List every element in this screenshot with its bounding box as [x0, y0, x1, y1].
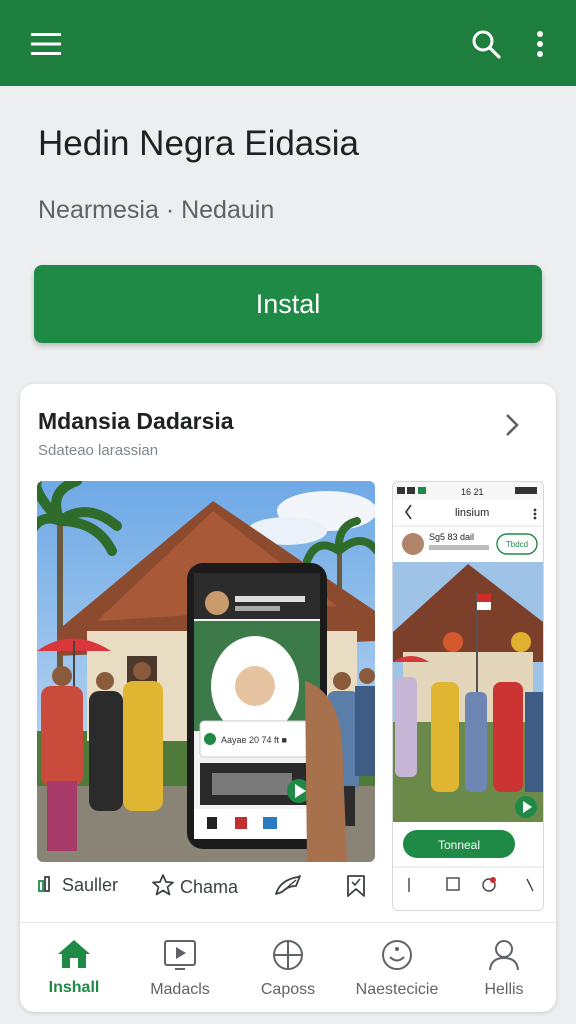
action-share[interactable]: [274, 874, 302, 901]
action-sauller[interactable]: Sauller: [38, 874, 118, 897]
action-bookmark[interactable]: [346, 874, 366, 903]
app-title: Hedin Negra Eidasia: [38, 124, 360, 163]
card-title[interactable]: Mdansia Dadarsia: [38, 408, 234, 435]
side-caption: Tonneal: [438, 838, 480, 852]
action-label: Sauller: [62, 875, 119, 895]
nav-item-inshall[interactable]: Inshall: [24, 938, 124, 997]
action-label: Chama: [180, 877, 239, 897]
app-subtitle: Nearmesia · Nedauin: [38, 196, 275, 224]
screenshot-main[interactable]: Aayae 20 74 ft ■: [37, 481, 375, 862]
star-icon: [152, 874, 174, 901]
nav-item-madacls[interactable]: Madacls: [130, 938, 230, 999]
side-user-line: Sg5 83 dail: [429, 532, 474, 542]
side-header-title: linsium: [455, 507, 489, 519]
nav-item-hellis[interactable]: Hellis: [454, 938, 554, 999]
bookmark-icon: [346, 874, 366, 903]
home-icon: [56, 940, 92, 974]
card-actions: Sauller Chama: [20, 874, 380, 910]
search-icon[interactable]: [464, 22, 508, 66]
nav-label: Naestecicie: [355, 981, 439, 998]
nav-item-caposs[interactable]: Caposs: [238, 938, 338, 999]
bottom-navigation: Inshall Madacls Caposs Naestecicie Helli…: [20, 924, 556, 1012]
app-bar: [0, 0, 576, 86]
circle-plus-icon: [271, 940, 305, 976]
nav-item-naestecicie[interactable]: Naestecicie: [347, 938, 447, 999]
install-button[interactable]: Instal: [34, 265, 542, 343]
card-subtitle: Sdateao larassian: [38, 442, 159, 459]
divider: [20, 922, 556, 923]
nav-label: Madacls: [150, 981, 210, 998]
more-vert-icon[interactable]: [518, 22, 562, 66]
person-icon: [487, 940, 521, 976]
phone-post-text: Aayae 20 74 ft ■: [221, 735, 287, 745]
nav-label: Hellis: [484, 981, 524, 998]
side-follow-button: Tbdcd: [506, 540, 528, 549]
screenshot-side[interactable]: 16 21 linsium Sg5 83 dail Tbdcd Tonneal: [392, 481, 544, 911]
action-chama[interactable]: Chama: [152, 874, 238, 901]
smiley-icon: [380, 940, 414, 976]
play-icon: [163, 940, 197, 976]
bar-chart-icon: [38, 874, 56, 897]
nav-label: Caposs: [260, 981, 316, 998]
side-status-time: 16 21: [461, 487, 484, 497]
nav-label: Inshall: [48, 979, 100, 996]
share-icon: [274, 874, 302, 901]
chevron-right-icon[interactable]: [504, 412, 520, 443]
preview-card: Mdansia Dadarsia Sdateao larassian Aayae…: [20, 384, 556, 1012]
hamburger-icon[interactable]: [24, 22, 68, 66]
